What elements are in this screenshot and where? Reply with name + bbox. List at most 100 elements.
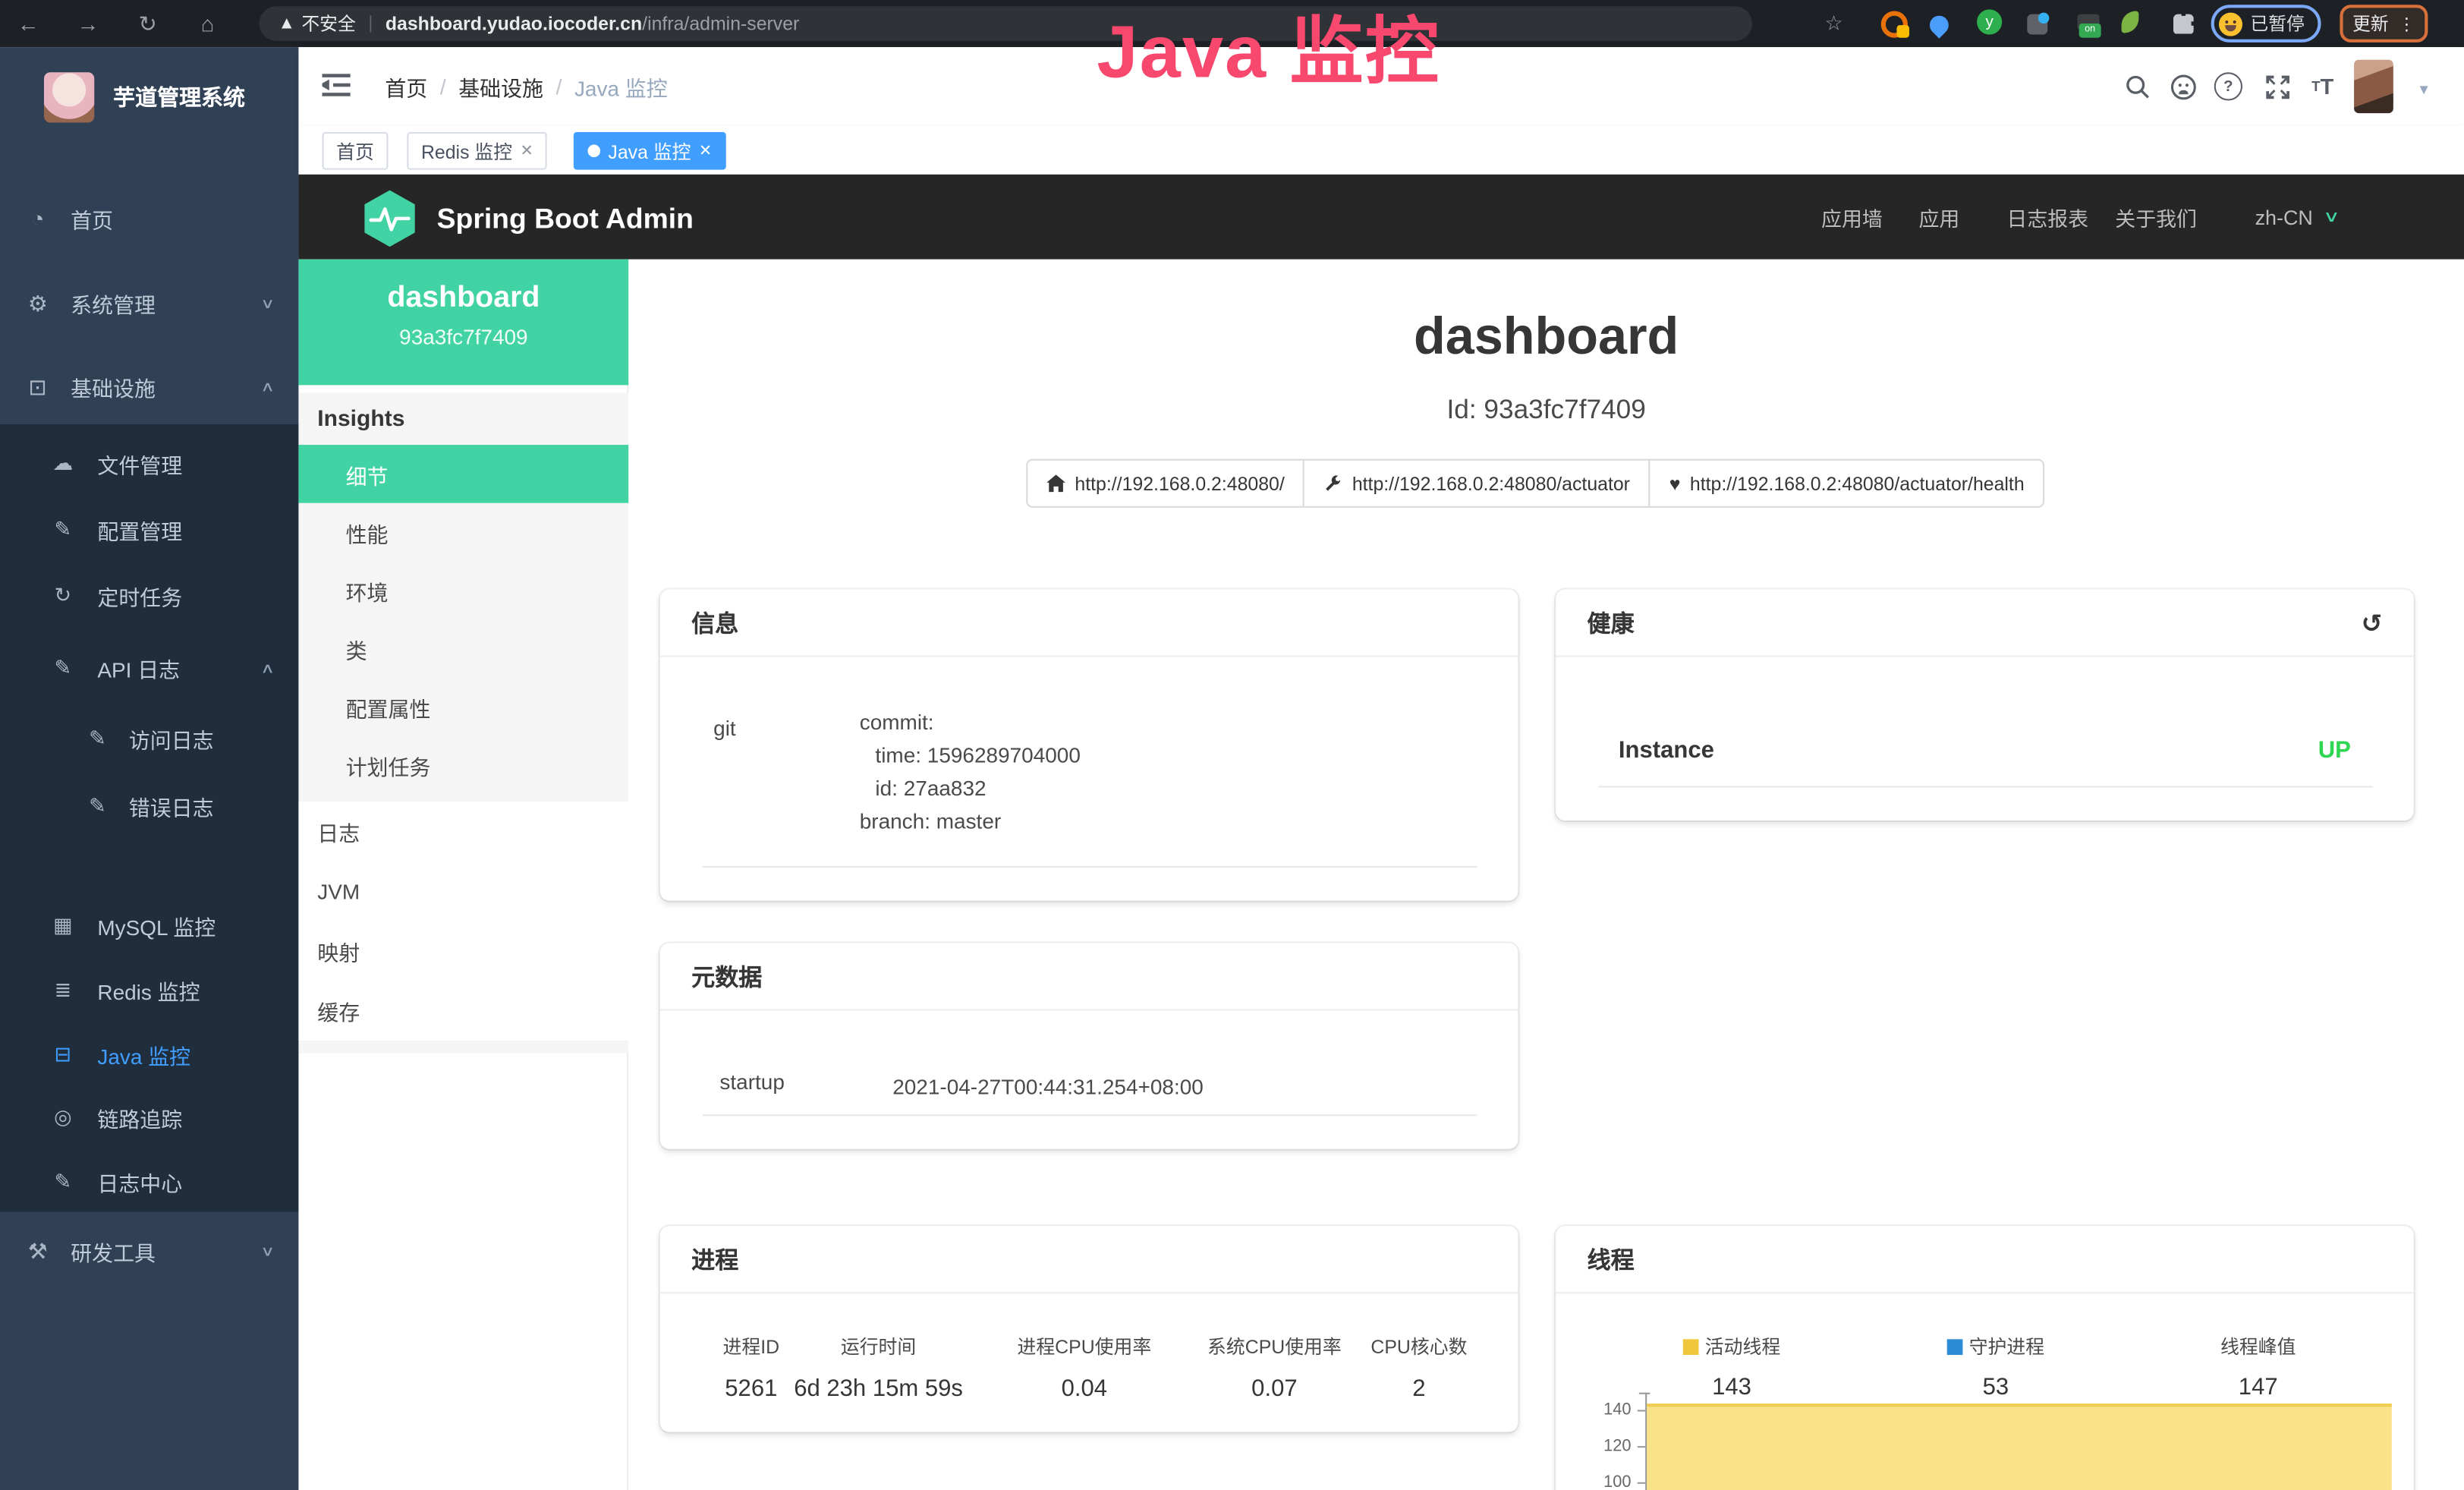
sidebar-item-log-center[interactable]: ✎ 日志中心 [0, 1149, 298, 1215]
toolbox-icon: ⚒ [24, 1238, 52, 1265]
nav-item-logs[interactable]: 日志 [298, 802, 628, 862]
extension-on-icon[interactable]: on [2078, 9, 2100, 34]
sidebar-item-config-manage[interactable]: ✎ 配置管理 [0, 496, 298, 562]
sidebar-item-dev-tools[interactable]: ⚒ 研发工具 ∨ [0, 1218, 298, 1284]
nav-item-details[interactable]: 细节 [298, 445, 628, 503]
browser-menu-icon[interactable]: ⋮ [2398, 14, 2415, 34]
sidebar-item-access-log[interactable]: ✎ 访问日志 [0, 706, 298, 772]
browser-update-button[interactable]: 更新 ⋮ [2340, 5, 2428, 43]
url-domain: dashboard.yudao.iocoder.cn [385, 13, 642, 35]
eye-icon: ◎ [49, 1105, 77, 1130]
sidebar-toggle-icon[interactable] [323, 72, 351, 105]
sidebar-item-mysql-monitor[interactable]: ▦ MySQL 监控 [0, 893, 298, 959]
sidebar-item-api-log[interactable]: ✎ API 日志 ∧ [0, 635, 298, 701]
reload-icon[interactable]: ↻ [132, 11, 163, 37]
instance-name: dashboard [298, 282, 628, 317]
sba-nav-journal[interactable]: 日志报表 [2006, 175, 2088, 260]
nav-item-environment[interactable]: 环境 [298, 561, 628, 619]
sba-nav-wallboard[interactable]: 应用墙 [1821, 175, 1883, 260]
home-icon[interactable]: ⌂ [192, 11, 223, 36]
sidebar-item-infrastructure[interactable]: ⊡ 基础设施 ∧ [0, 354, 298, 420]
nav-item-metrics[interactable]: 性能 [298, 503, 628, 562]
nav-item-config-props[interactable]: 配置属性 [298, 678, 628, 736]
sidebar-item-file-manage[interactable]: ☁ 文件管理 [0, 430, 298, 496]
health-url-button[interactable]: ♥ http://192.168.0.2:48080/actuator/heal… [1649, 459, 2045, 508]
warning-icon: ▲ [278, 14, 296, 33]
actuator-url-button[interactable]: http://192.168.0.2:48080/actuator [1304, 459, 1651, 508]
log-icon: ✎ [49, 1170, 77, 1195]
sba-nav-applications[interactable]: 应用 [1918, 175, 1959, 260]
process-col-cpus: CPU核心数 2 [1370, 1333, 1467, 1402]
wrench-icon [1324, 474, 1343, 493]
caret-down-icon[interactable]: ▼ [2417, 82, 2431, 98]
sidebar-item-tracing[interactable]: ◎ 链路追踪 [0, 1085, 298, 1151]
nav-item-jvm[interactable]: JVM [298, 862, 628, 921]
table-icon: ▦ [49, 913, 77, 938]
service-url-button[interactable]: http://192.168.0.2:48080/ [1026, 459, 1304, 508]
breadcrumb-current: Java 监控 [574, 71, 668, 102]
sba-navbar: Spring Boot Admin 应用墙 应用 日志报表 关于我们 zh-CN… [298, 175, 2464, 260]
tag-java-monitor[interactable]: Java 监控 ✕ [574, 132, 726, 170]
help-icon[interactable]: ? [2211, 69, 2246, 104]
extension-grid-icon[interactable] [2027, 11, 2047, 36]
extension-pin-icon[interactable] [1930, 13, 1949, 38]
endpoint-buttons: http://192.168.0.2:48080/ http://192.168… [1026, 459, 2044, 508]
browser-profile-badge[interactable]: 已暂停 [2211, 5, 2321, 43]
security-label[interactable]: 不安全 [301, 11, 355, 36]
history-icon[interactable]: ↺ [2362, 608, 2383, 639]
close-icon[interactable]: ✕ [520, 142, 533, 159]
tag-home[interactable]: 首页 [323, 132, 389, 170]
metadata-card: 元数据 startup 2021-04-27T00:44:31.254+08:0… [660, 943, 1518, 1148]
bookmark-star-icon[interactable]: ☆ [1818, 11, 1849, 36]
annotation-text: Java 监控 [1097, 0, 1631, 99]
fullscreen-icon[interactable] [2260, 69, 2295, 104]
update-label: 更新 [2352, 11, 2389, 36]
breadcrumb-home[interactable]: 首页 [385, 71, 427, 102]
insights-section-label: Insights [317, 407, 404, 432]
sba-nav-about[interactable]: 关于我们 [2115, 175, 2197, 260]
nav-item-scheduled-tasks[interactable]: 计划任务 [298, 736, 628, 794]
log-icon: ✎ [49, 656, 77, 681]
extension-leaf-icon[interactable] [2122, 9, 2139, 34]
user-avatar[interactable] [2354, 60, 2393, 113]
sba-brand[interactable]: Spring Boot Admin [361, 188, 694, 248]
app-title: 芋道管理系统 [113, 82, 245, 113]
home-icon [1046, 474, 1065, 493]
sba-locale-select[interactable]: zh-CN ∨ [2255, 175, 2337, 260]
card-title-process: 进程 [691, 1243, 738, 1275]
breadcrumb-infrastructure[interactable]: 基础设施 [458, 71, 543, 102]
extensions-puzzle-icon[interactable] [2173, 11, 2194, 36]
back-icon[interactable]: ← [13, 11, 44, 36]
sidebar-logo[interactable]: 芋道管理系统 [0, 60, 298, 135]
instance-header[interactable]: dashboard 93a3fc7f7409 [298, 260, 628, 386]
forward-icon[interactable]: → [72, 11, 103, 36]
sidebar-item-redis-monitor[interactable]: ≣ Redis 监控 [0, 957, 298, 1023]
nav-item-mappings[interactable]: 映射 [298, 921, 628, 981]
sidebar-item-java-monitor[interactable]: ⊟ Java 监控 [0, 1022, 298, 1088]
sidebar-item-error-log[interactable]: ✎ 错误日志 [0, 773, 298, 840]
chevron-down-icon: ∨ [261, 1243, 275, 1260]
sidebar-submenu: ☁ 文件管理 ✎ 配置管理 ↻ 定时任务 ✎ API 日志 ∧ ✎ 访问日志 ✎ [0, 424, 298, 1211]
chevron-up-icon: ∧ [261, 378, 275, 395]
process-col-uptime: 运行时间 6d 23h 15m 59s [794, 1333, 963, 1402]
extension-green-icon[interactable]: y [1977, 9, 2002, 34]
gear-icon: ⚙ [24, 290, 52, 317]
chevron-down-icon: ∨ [2323, 208, 2340, 225]
search-icon[interactable] [2120, 69, 2155, 104]
sidebar-item-system[interactable]: ⚙ 系统管理 ∨ [0, 270, 298, 336]
sidebar-item-scheduled-jobs[interactable]: ↻ 定时任务 [0, 562, 298, 628]
breadcrumb: 首页 / 基础设施 / Java 监控 [385, 47, 667, 126]
github-icon[interactable] [2166, 69, 2201, 104]
tag-redis-monitor[interactable]: Redis 监控 ✕ [407, 132, 547, 170]
nav-item-caches[interactable]: 缓存 [298, 981, 628, 1041]
edit-icon: ✎ [49, 517, 77, 542]
address-divider: | [368, 14, 373, 33]
sidebar-item-home[interactable]: ◔ 首页 [0, 185, 298, 251]
extension-orange-icon[interactable] [1881, 11, 1908, 36]
threads-card: 线程 活动线程 143 守护进程 53 线程峰值 147 140 120 100 [1556, 1226, 2414, 1490]
heartbeat-icon: ♥ [1669, 472, 1681, 494]
cloud-upload-icon: ☁ [49, 451, 77, 476]
font-size-icon[interactable]: TT [2305, 69, 2340, 104]
close-icon[interactable]: ✕ [699, 142, 712, 159]
nav-item-classes[interactable]: 类 [298, 619, 628, 678]
